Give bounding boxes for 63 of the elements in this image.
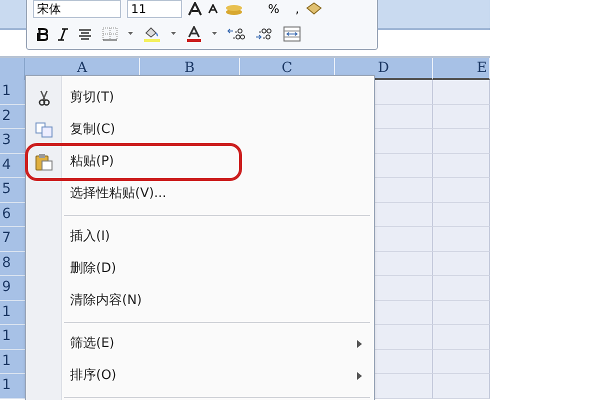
scissors-icon — [36, 90, 50, 106]
row-header[interactable]: 1 — [0, 374, 25, 398]
select-all-corner[interactable] — [0, 58, 25, 80]
font-field[interactable]: 宋体 — [33, 0, 121, 18]
submenu-arrow-icon — [357, 340, 362, 348]
grid-cell[interactable] — [433, 252, 490, 276]
italic-icon[interactable] — [58, 28, 68, 40]
row-header[interactable]: 1 — [0, 325, 25, 350]
menu-item[interactable]: 粘贴(P) — [26, 146, 374, 178]
grid-cell[interactable] — [433, 276, 490, 300]
increase-decimal-icon[interactable] — [227, 27, 245, 41]
submenu-arrow-icon — [357, 372, 362, 380]
menu-item[interactable]: 插入(I) — [26, 221, 374, 253]
coins-icon[interactable] — [224, 2, 244, 16]
font-size-field[interactable]: 11 — [127, 0, 182, 18]
grow-font-icon[interactable] — [188, 2, 202, 16]
percent-button[interactable]: % — [268, 0, 280, 18]
row-header[interactable]: 7 — [0, 227, 25, 252]
row-header[interactable]: 8 — [0, 252, 25, 276]
clipboard-icon — [34, 153, 52, 171]
copy-icon — [34, 122, 52, 138]
menu-item[interactable]: 排序(O) — [26, 360, 374, 392]
font-color-icon[interactable] — [186, 26, 202, 42]
column-header[interactable]: D — [335, 58, 433, 80]
row-header[interactable]: 4 — [0, 154, 25, 178]
decrease-decimal-icon[interactable] — [255, 27, 273, 41]
shrink-font-icon[interactable] — [208, 4, 218, 14]
caret-icon[interactable] — [212, 32, 217, 36]
row-header[interactable]: 2 — [0, 104, 25, 129]
grid-cell[interactable] — [433, 350, 490, 374]
format-painter-icon[interactable] — [305, 2, 324, 16]
merge-cells-icon[interactable] — [283, 26, 301, 42]
column-header[interactable]: E — [433, 58, 490, 80]
borders-icon[interactable] — [102, 27, 118, 41]
grid-cell[interactable] — [433, 104, 490, 129]
grid-cell[interactable] — [433, 374, 490, 398]
grid-cell[interactable] — [433, 325, 490, 350]
grid-cell[interactable] — [433, 129, 490, 154]
row-header[interactable]: 1 — [0, 300, 25, 325]
grid-cell[interactable] — [433, 227, 490, 252]
menu-item[interactable]: 剪切(T) — [26, 82, 374, 114]
align-center-icon[interactable] — [78, 28, 92, 40]
bold-icon[interactable] — [37, 28, 48, 40]
grid-cell[interactable] — [433, 202, 490, 227]
row-header[interactable]: 9 — [0, 276, 25, 300]
menu-item[interactable]: 删除(D) — [26, 253, 374, 285]
row-header[interactable]: 5 — [0, 178, 25, 202]
grid-cell[interactable] — [433, 178, 490, 202]
grid-cell[interactable] — [433, 300, 490, 325]
menu-item[interactable]: 选择性粘贴(V)... — [26, 178, 374, 210]
row-header[interactable]: 1 — [0, 80, 25, 104]
comma-button[interactable]: , — [295, 0, 300, 18]
row-header[interactable]: 3 — [0, 129, 25, 154]
grid-cell[interactable] — [433, 80, 490, 104]
caret-icon[interactable] — [171, 32, 176, 36]
fill-color-icon[interactable] — [143, 26, 161, 42]
row-header[interactable]: 6 — [0, 202, 25, 227]
menu-item[interactable]: 复制(C) — [26, 114, 374, 146]
caret-icon[interactable] — [128, 32, 133, 36]
menu-item[interactable]: 清除内容(N) — [26, 285, 374, 317]
row-header[interactable]: 1 — [0, 350, 25, 374]
grid-cell[interactable] — [433, 154, 490, 178]
menu-item[interactable]: 筛选(E) — [26, 328, 374, 360]
